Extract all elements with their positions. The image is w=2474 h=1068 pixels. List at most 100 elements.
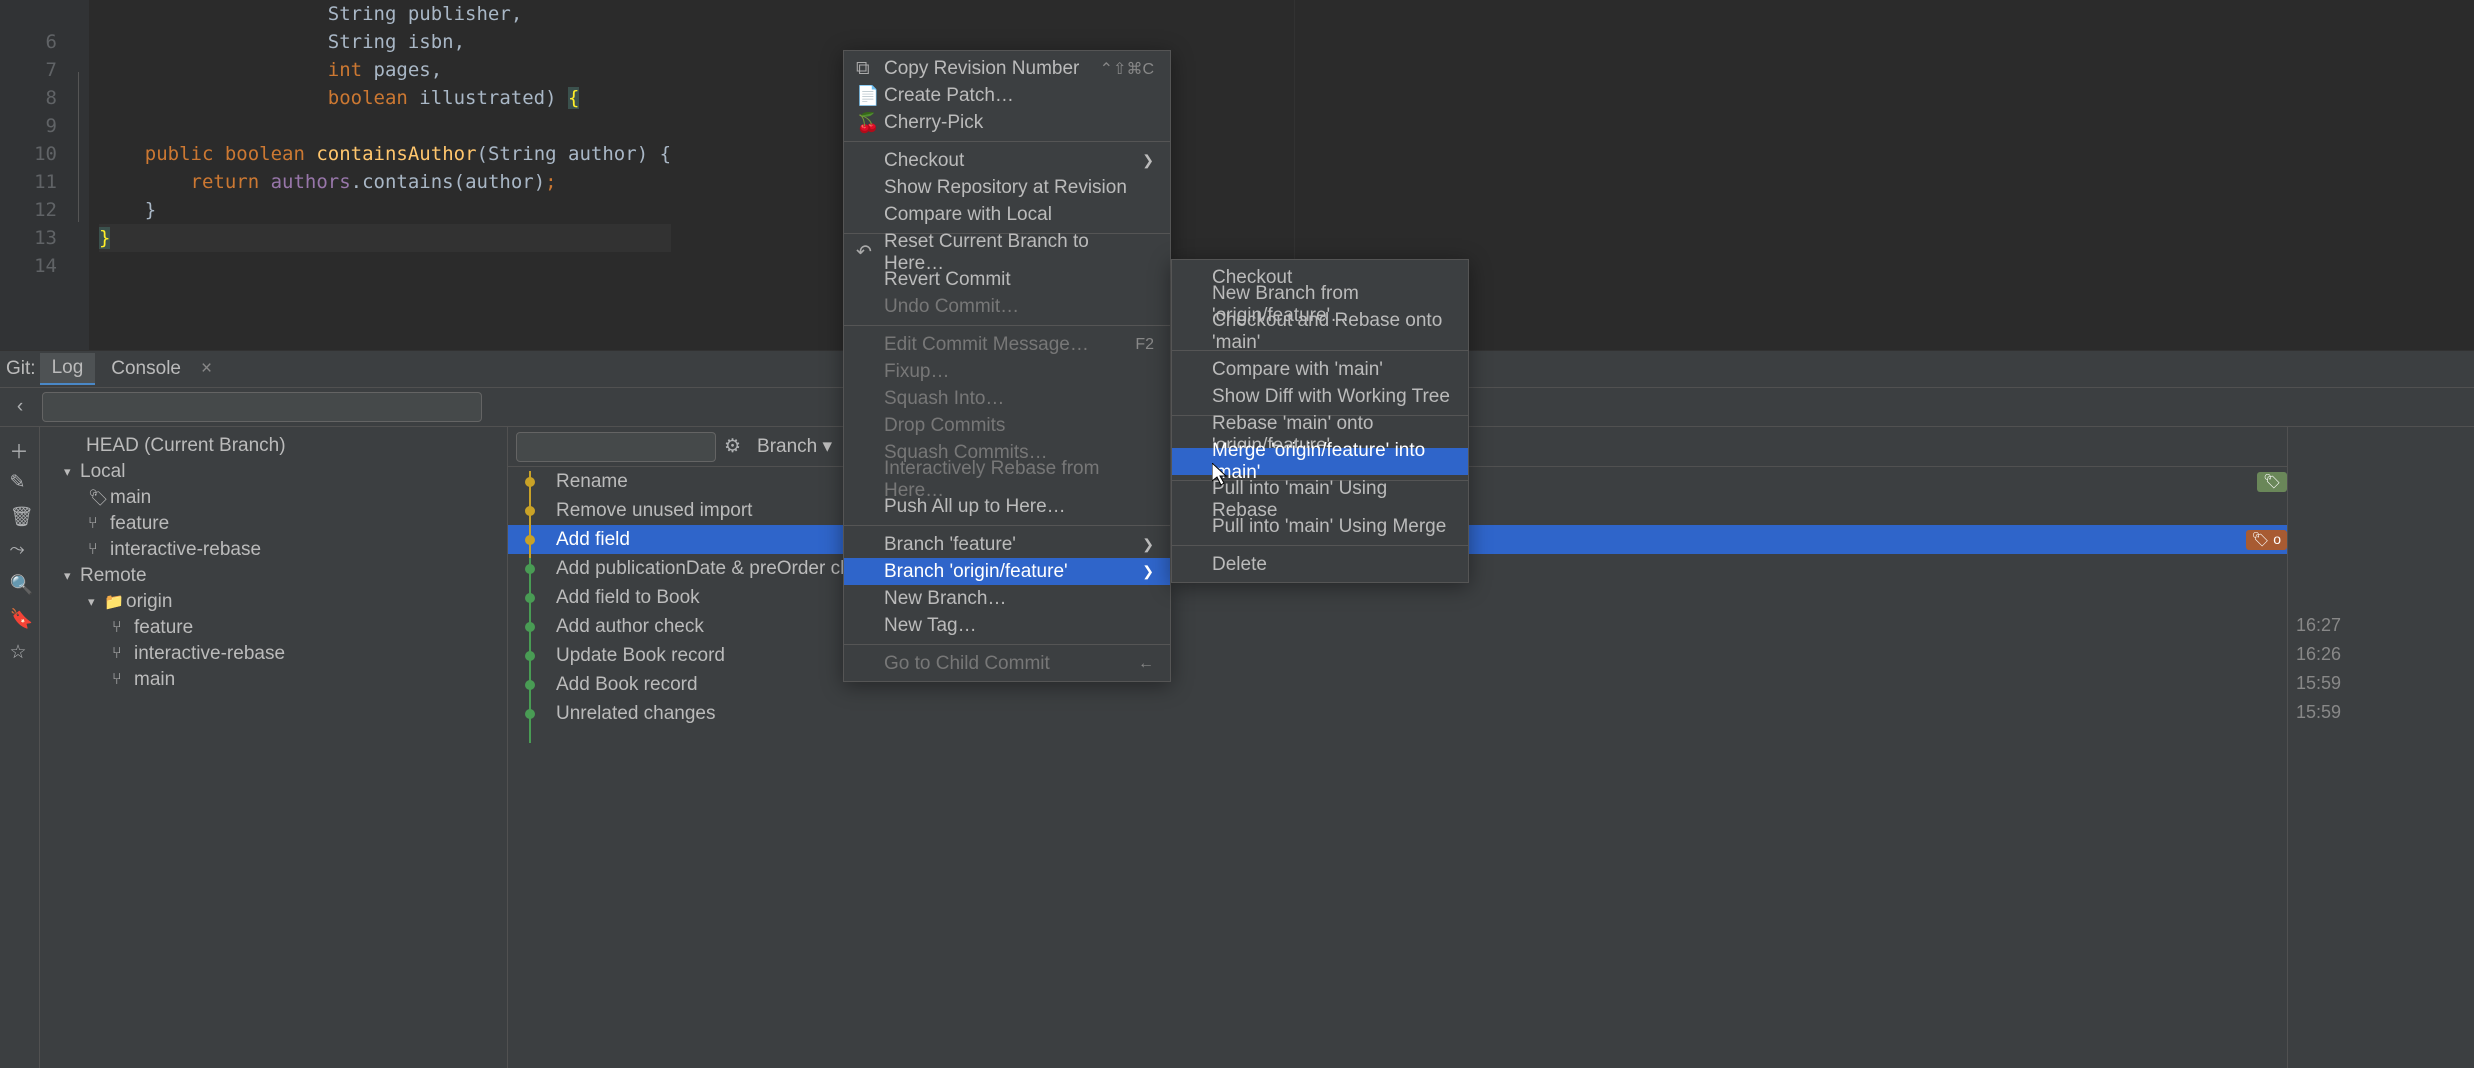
menu-item[interactable]: Pull into 'main' Using Rebase <box>1172 486 1468 513</box>
local-branch-interactive-rebase[interactable]: ⑂interactive-rebase <box>40 537 507 563</box>
menu-label: Branch 'feature' <box>884 534 1016 556</box>
menu-item[interactable]: Branch 'feature'❯ <box>844 531 1170 558</box>
menu-label: Create Patch… <box>884 85 1014 107</box>
menu-item[interactable]: Pull into 'main' Using Merge <box>1172 513 1468 540</box>
star-icon[interactable]: ☆ <box>10 641 30 661</box>
menu-label: Push All up to Here… <box>884 496 1066 518</box>
commit-message: Unrelated changes <box>556 703 2287 725</box>
menu-item: Drop Commits <box>844 412 1170 439</box>
commit-details-pane: 16:2716:2615:5915:59 <box>2288 427 2474 1068</box>
menu-item[interactable]: Delete <box>1172 551 1468 578</box>
menu-item: Interactively Rebase from Here… <box>844 466 1170 493</box>
commit-message: Update Book record <box>556 645 2287 667</box>
menu-item: Undo Commit… <box>844 293 1170 320</box>
menu-item[interactable]: 📄 Create Patch… <box>844 82 1170 109</box>
git-title-label: Git: <box>6 358 36 380</box>
menu-label: Squash Into… <box>884 388 1004 410</box>
patch-icon: 📄 <box>856 84 874 108</box>
menu-label: Cherry-Pick <box>884 112 983 134</box>
tag-badge: 🏷 o <box>2246 530 2287 550</box>
menu-item[interactable]: ⧉ Copy Revision Number⌃⇧⌘C <box>844 55 1170 82</box>
menu-item: Squash Into… <box>844 385 1170 412</box>
menu-label: Delete <box>1212 554 1267 576</box>
commit-row[interactable]: Add Book record <box>508 670 2287 699</box>
commit-message: Add Book record <box>556 674 2287 696</box>
menu-label: Show Repository at Revision <box>884 177 1127 199</box>
menu-item: Go to Child Commit← <box>844 650 1170 677</box>
add-icon[interactable]: ＋ <box>10 437 30 457</box>
menu-label: New Tag… <box>884 615 977 637</box>
gear-icon[interactable]: ⚙ <box>724 435 741 458</box>
menu-item[interactable]: Show Repository at Revision <box>844 174 1170 201</box>
menu-item: Edit Commit Message…F2 <box>844 331 1170 358</box>
commit-row[interactable]: Add field to Book <box>508 583 2287 612</box>
code-area[interactable]: String publisher, String isbn, int pages… <box>89 0 671 350</box>
menu-label: Copy Revision Number <box>884 58 1079 80</box>
menu-item[interactable]: Merge 'origin/feature' into 'main' <box>1172 448 1468 475</box>
commit-message: Add author check <box>556 616 2287 638</box>
menu-item[interactable]: Branch 'origin/feature'❯ <box>844 558 1170 585</box>
local-branch-main[interactable]: 🏷main <box>40 485 507 511</box>
menu-label: Go to Child Commit <box>884 653 1050 675</box>
sync-icon[interactable]: ⤳ <box>10 539 30 559</box>
commit-row[interactable]: Add author check <box>508 612 2287 641</box>
fold-column <box>75 0 89 350</box>
line-number-gutter: 67891011121314 <box>0 0 75 350</box>
menu-item[interactable]: Push All up to Here… <box>844 493 1170 520</box>
menu-label: Checkout and Rebase onto 'main' <box>1212 310 1452 354</box>
menu-label: New Branch… <box>884 588 1007 610</box>
origin-remote[interactable]: ▾📁origin <box>40 589 507 615</box>
menu-item[interactable]: Compare with 'main' <box>1172 356 1468 383</box>
head-branch-row[interactable]: HEAD (Current Branch) <box>40 433 507 459</box>
close-tab-icon[interactable]: × <box>201 358 212 380</box>
commit-row[interactable]: Unrelated changes <box>508 699 2287 728</box>
menu-label: Checkout <box>884 150 964 172</box>
remote-branch-feature[interactable]: ⑂feature <box>40 615 507 641</box>
menu-item[interactable]: Revert Commit <box>844 266 1170 293</box>
menu-item[interactable]: Show Diff with Working Tree <box>1172 383 1468 410</box>
menu-label: Revert Commit <box>884 269 1011 291</box>
branch-submenu[interactable]: Checkout New Branch from 'origin/feature… <box>1171 259 1469 583</box>
menu-item[interactable]: Checkout and Rebase onto 'main' <box>1172 318 1468 345</box>
remote-branch-main[interactable]: ⑂main <box>40 667 507 693</box>
tab-console[interactable]: Console <box>99 354 193 384</box>
git-side-tools: ＋ ✎ 🗑 ⤳ 🔍 🔖 ☆ <box>0 427 40 1068</box>
menu-label: Branch 'origin/feature' <box>884 561 1068 583</box>
copy-icon: ⧉ <box>856 58 874 80</box>
menu-item[interactable]: ↶ Reset Current Branch to Here… <box>844 239 1170 266</box>
back-button[interactable]: ‹ <box>6 393 34 421</box>
menu-item[interactable]: 🍒 Cherry-Pick <box>844 109 1170 136</box>
menu-item[interactable]: New Branch… <box>844 585 1170 612</box>
local-branch-feature[interactable]: ⑂feature <box>40 511 507 537</box>
menu-label: Show Diff with Working Tree <box>1212 386 1450 408</box>
cherry-icon: 🍒 <box>856 111 874 135</box>
menu-label: Drop Commits <box>884 415 1005 437</box>
commit-row[interactable]: Update Book record <box>508 641 2287 670</box>
commit-message: Add field to Book <box>556 587 2287 609</box>
undo-icon: ↶ <box>856 241 874 264</box>
menu-label: Undo Commit… <box>884 296 1019 318</box>
remote-branch-interactive-rebase[interactable]: ⑂interactive-rebase <box>40 641 507 667</box>
branch-tree[interactable]: HEAD (Current Branch)▾Local🏷main⑂feature… <box>40 427 508 1068</box>
delete-icon[interactable]: 🗑 <box>10 505 30 525</box>
branch-filter-dropdown[interactable]: Branch ▾ <box>757 435 832 458</box>
tab-log[interactable]: Log <box>40 353 96 385</box>
edit-icon[interactable]: ✎ <box>10 471 30 491</box>
commit-search-input[interactable] <box>516 432 716 462</box>
menu-label: Compare with 'main' <box>1212 359 1383 381</box>
menu-label: Edit Commit Message… <box>884 334 1089 356</box>
menu-item[interactable]: Compare with Local <box>844 201 1170 228</box>
menu-label: Pull into 'main' Using Merge <box>1212 516 1446 538</box>
menu-item[interactable]: New Tag… <box>844 612 1170 639</box>
branch-search-input[interactable] <box>42 392 482 422</box>
tag-icon[interactable]: 🔖 <box>10 607 30 627</box>
commit-context-menu[interactable]: ⧉ Copy Revision Number⌃⇧⌘C 📄 Create Patc… <box>843 50 1171 682</box>
find-icon[interactable]: 🔍 <box>10 573 30 593</box>
local-branches-group[interactable]: ▾Local <box>40 459 507 485</box>
menu-label: Compare with Local <box>884 204 1052 226</box>
remote-branches-group[interactable]: ▾Remote <box>40 563 507 589</box>
menu-item: Fixup… <box>844 358 1170 385</box>
editor-preview-pane <box>1294 0 2474 350</box>
menu-item[interactable]: Checkout❯ <box>844 147 1170 174</box>
menu-label: Fixup… <box>884 361 949 383</box>
